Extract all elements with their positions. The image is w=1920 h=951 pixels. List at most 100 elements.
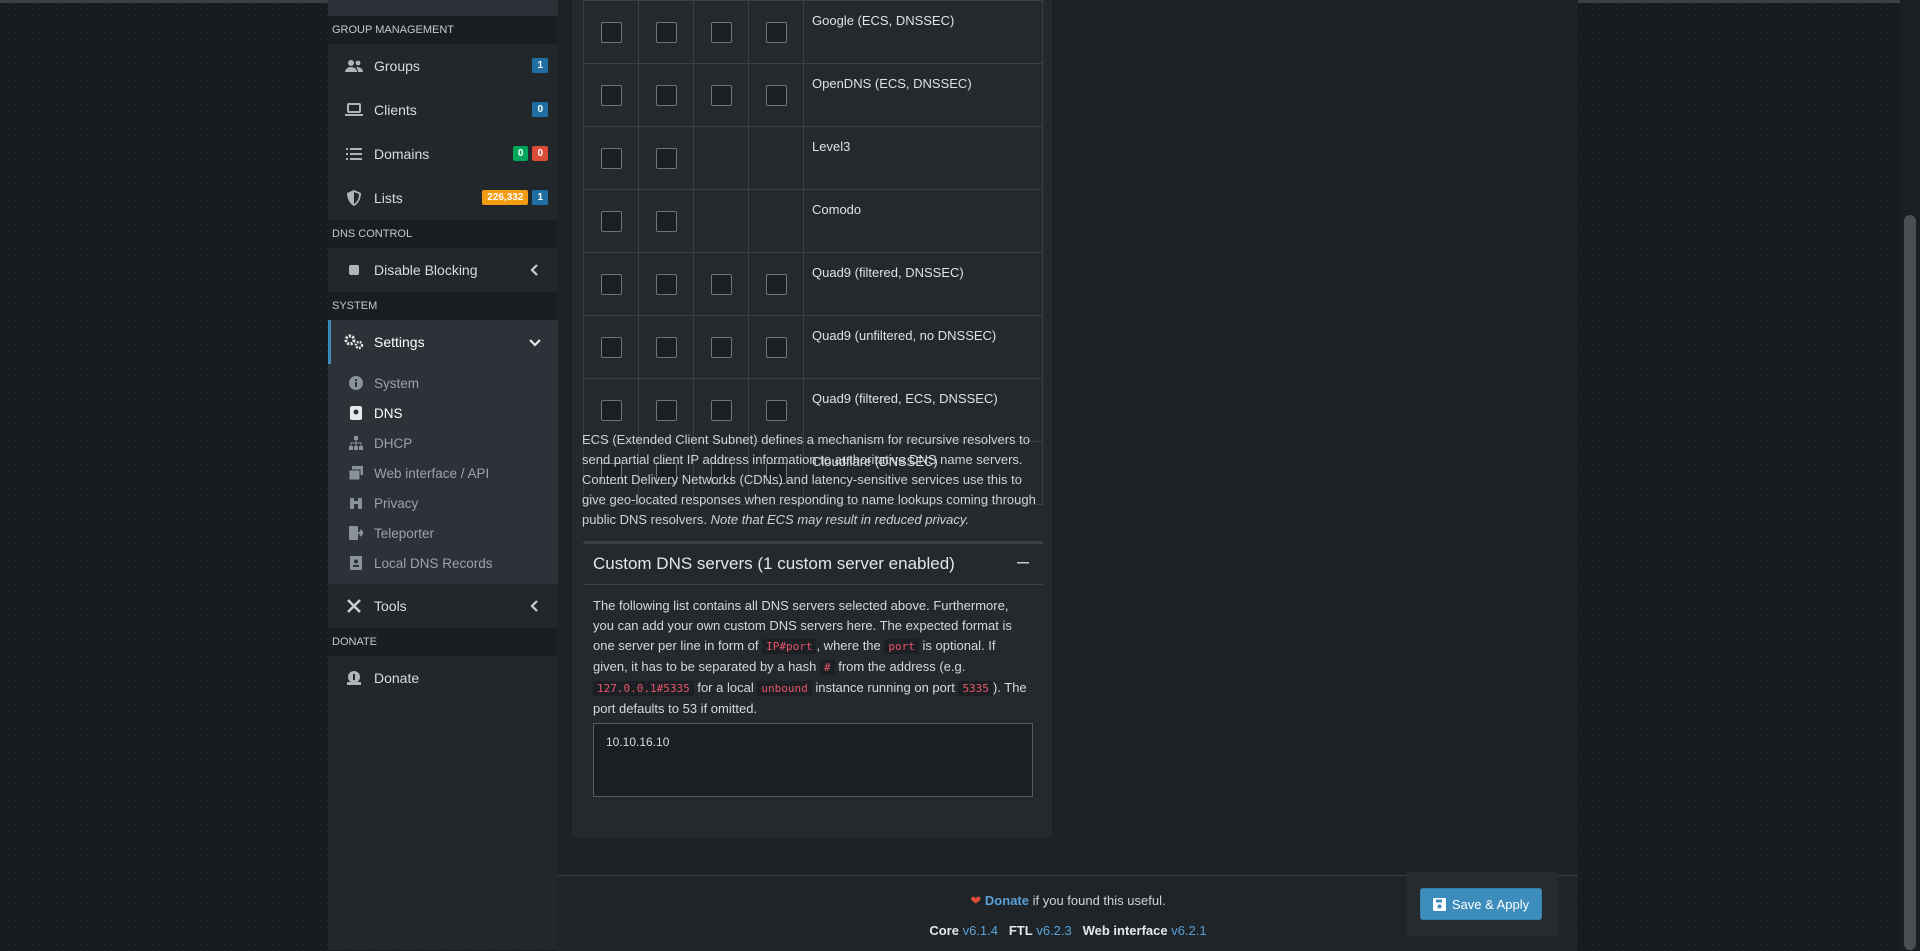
upstream-checkbox[interactable] xyxy=(600,210,622,232)
upstream-checkbox[interactable] xyxy=(710,84,732,106)
upstream-checkbox[interactable] xyxy=(655,210,677,232)
info-circle-icon xyxy=(348,375,364,391)
upstream-checkbox[interactable] xyxy=(710,273,732,295)
upstream-name: Google (ECS, DNSSEC) xyxy=(803,0,1043,64)
submenu-item-label: DNS xyxy=(374,405,403,421)
upstream-checkbox[interactable] xyxy=(655,399,677,421)
upstream-name: OpenDNS (ECS, DNSSEC) xyxy=(803,63,1043,127)
upstream-checkbox[interactable] xyxy=(765,336,787,358)
sidebar-item-tools[interactable]: Tools xyxy=(328,584,558,628)
custom-dns-textarea[interactable]: 10.10.16.10 xyxy=(593,723,1033,797)
upstream-checkbox[interactable] xyxy=(765,84,787,106)
upstream-checkbox[interactable] xyxy=(655,273,677,295)
upstream-checkbox[interactable] xyxy=(765,399,787,421)
submenu-item-label: DHCP xyxy=(374,435,413,451)
save-apply-button[interactable]: Save & Apply xyxy=(1420,888,1542,920)
submenu-item-dns[interactable]: DNS xyxy=(328,398,558,428)
upstream-name: Level3 xyxy=(803,126,1043,190)
address-book-icon xyxy=(348,555,364,571)
upstream-checkbox[interactable] xyxy=(655,84,677,106)
upstream-checkbox[interactable] xyxy=(655,336,677,358)
upstream-checkbox[interactable] xyxy=(765,21,787,43)
window-restore-icon xyxy=(348,465,364,481)
submenu-item-web-interface[interactable]: Web interface / API xyxy=(328,458,558,488)
custom-dns-title: Custom DNS servers (1 custom server enab… xyxy=(593,554,955,573)
upstream-row: Level3 xyxy=(583,126,1043,190)
upstream-checkbox[interactable] xyxy=(600,147,622,169)
chevron-left-icon xyxy=(530,264,538,276)
upstream-checkbox[interactable] xyxy=(600,273,622,295)
upstream-checkbox[interactable] xyxy=(600,84,622,106)
sidebar-top-item xyxy=(328,0,558,16)
sidebar-item-groups[interactable]: Groups 1 xyxy=(328,44,558,88)
collapse-icon[interactable] xyxy=(1017,557,1029,569)
file-export-icon xyxy=(348,525,364,541)
gears-icon xyxy=(344,332,364,352)
custom-dns-panel-header[interactable]: Custom DNS servers (1 custom server enab… xyxy=(583,544,1043,585)
submenu-item-privacy[interactable]: Privacy xyxy=(328,488,558,518)
upstream-checkbox[interactable] xyxy=(600,399,622,421)
list-icon xyxy=(344,144,364,164)
sidebar-item-disable-blocking[interactable]: Disable Blocking xyxy=(328,248,558,292)
core-version-link[interactable]: v6.1.4 xyxy=(963,923,998,938)
sidebar: GROUP MANAGEMENT Groups 1 Clients 0 Doma… xyxy=(328,0,558,950)
upstream-row: Quad9 (unfiltered, no DNSSEC) xyxy=(583,315,1043,379)
sidebar-item-label: Settings xyxy=(374,334,425,350)
sidebar-item-domains[interactable]: Domains 0 0 xyxy=(328,132,558,176)
users-icon xyxy=(344,56,364,76)
upstream-row: OpenDNS (ECS, DNSSEC) xyxy=(583,63,1043,127)
submenu-item-label: System xyxy=(374,375,420,391)
upstream-checkbox[interactable] xyxy=(765,273,787,295)
upstream-checkbox[interactable] xyxy=(655,147,677,169)
upstream-checkbox[interactable] xyxy=(600,21,622,43)
sidebar-item-settings[interactable]: Settings xyxy=(328,320,558,364)
shield-icon xyxy=(344,188,364,208)
submenu-item-system[interactable]: System xyxy=(328,368,558,398)
upstream-row: Google (ECS, DNSSEC) xyxy=(583,0,1043,64)
upstream-name: Quad9 (unfiltered, no DNSSEC) xyxy=(803,315,1043,379)
sidebar-item-label: Disable Blocking xyxy=(374,262,478,278)
sidebar-item-lists[interactable]: Lists 226,332 1 xyxy=(328,176,558,220)
upstream-checkbox[interactable] xyxy=(710,21,732,43)
sidebar-item-donate[interactable]: Donate xyxy=(328,656,558,700)
upstream-checkbox[interactable] xyxy=(710,336,732,358)
ftl-version-link[interactable]: v6.2.3 xyxy=(1036,923,1071,938)
denied-domains-badge: 0 xyxy=(532,146,548,161)
upstream-name: Quad9 (filtered, DNSSEC) xyxy=(803,252,1043,316)
donate-icon xyxy=(344,668,364,688)
submenu-item-dhcp[interactable]: DHCP xyxy=(328,428,558,458)
clients-count-badge: 0 xyxy=(532,102,548,117)
submenu-item-teleporter[interactable]: Teleporter xyxy=(328,518,558,548)
unbound-code: unbound xyxy=(757,681,812,696)
heart-icon: ❤ xyxy=(970,893,982,908)
scrollbar-thumb[interactable] xyxy=(1904,215,1916,950)
book-icon xyxy=(348,405,364,421)
donate-link[interactable]: Donate xyxy=(985,893,1029,908)
save-icon xyxy=(1432,897,1446,911)
sidebar-item-label: Tools xyxy=(374,598,407,614)
submenu-item-label: Web interface / API xyxy=(374,465,490,481)
upstream-checkbox[interactable] xyxy=(710,399,732,421)
sidebar-item-clients[interactable]: Clients 0 xyxy=(328,88,558,132)
lists-count-badge: 1 xyxy=(532,190,548,205)
sidebar-item-label: Clients xyxy=(374,102,417,118)
web-version-link[interactable]: v6.2.1 xyxy=(1171,923,1206,938)
submenu-item-local-dns-records[interactable]: Local DNS Records xyxy=(328,548,558,578)
section-header-dns-control: DNS CONTROL xyxy=(328,220,558,248)
upstream-checkbox[interactable] xyxy=(655,21,677,43)
example-code: 127.0.0.1#5335 xyxy=(593,681,694,696)
custom-dns-help-text: The following list contains all DNS serv… xyxy=(593,598,1027,716)
ecs-description: ECS (Extended Client Subnet) defines a m… xyxy=(582,432,1036,527)
chevron-down-icon xyxy=(529,339,541,347)
upstream-row: Quad9 (filtered, DNSSEC) xyxy=(583,252,1043,316)
sitemap-icon xyxy=(348,435,364,451)
page-scrollbar[interactable] xyxy=(1900,0,1920,950)
sidebar-item-label: Groups xyxy=(374,58,420,74)
submenu-item-label: Privacy xyxy=(374,495,419,511)
binoculars-icon xyxy=(348,495,364,511)
sidebar-item-label: Domains xyxy=(374,146,430,162)
domains-on-lists-badge: 226,332 xyxy=(482,190,529,205)
format-code: IP#port xyxy=(762,639,817,654)
hash-code: # xyxy=(819,660,835,675)
upstream-checkbox[interactable] xyxy=(600,336,622,358)
